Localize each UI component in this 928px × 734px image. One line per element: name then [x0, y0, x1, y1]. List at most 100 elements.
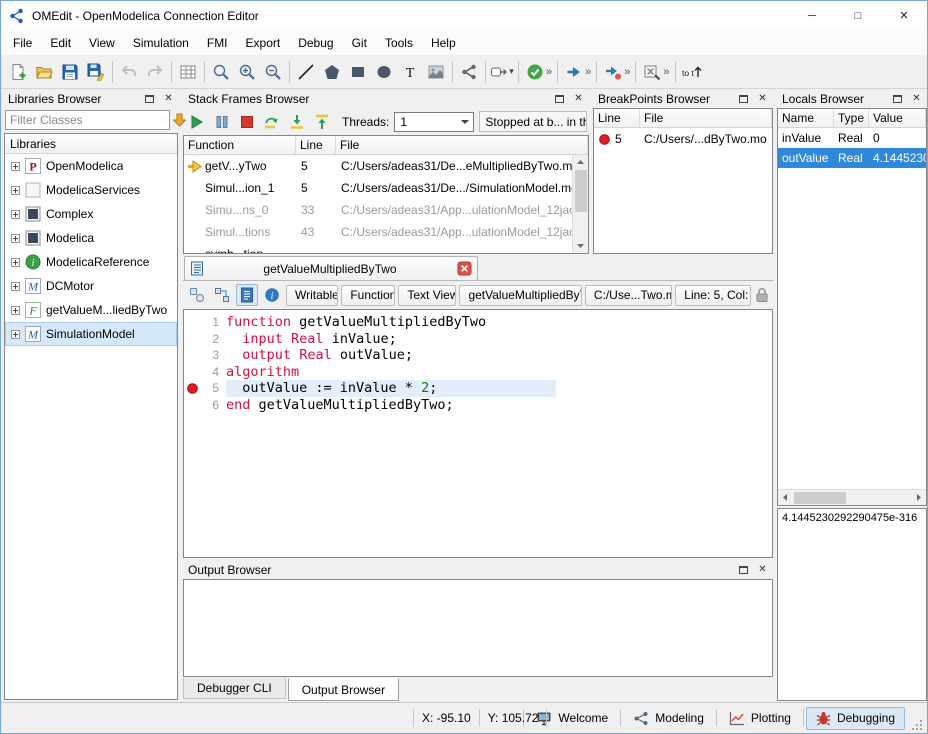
resume-button[interactable] [185, 110, 208, 133]
threads-dropdown[interactable]: 1 [394, 112, 474, 132]
icon-view-button[interactable] [186, 284, 208, 306]
toggle-grid-button[interactable] [175, 59, 201, 85]
close-panel-button[interactable]: ✕ [161, 92, 176, 106]
float-panel-button[interactable] [890, 92, 905, 106]
library-item-dcmotor[interactable]: MDCMotor [5, 274, 177, 298]
scroll-up-button[interactable] [573, 155, 588, 169]
column-header-name[interactable]: Name [778, 109, 834, 127]
zoom-in-button[interactable] [234, 59, 260, 85]
transition-mode-button[interactable]: ▾ [489, 59, 515, 85]
simulate-button[interactable] [561, 59, 587, 85]
local-variable-row[interactable]: outValueReal4.1445230292290475e-316 [778, 148, 926, 168]
expand-icon[interactable] [11, 282, 20, 291]
library-item-modelicareference[interactable]: iModelicaReference [5, 250, 177, 274]
step-over-button[interactable] [260, 110, 283, 133]
redo-button[interactable] [142, 59, 168, 85]
scroll-left-button[interactable] [778, 490, 792, 505]
code-text[interactable]: algorithm [226, 364, 772, 381]
code-text[interactable]: input Real inValue; [226, 331, 772, 348]
expand-icon[interactable] [11, 258, 20, 267]
menu-tools[interactable]: Tools [376, 32, 422, 54]
column-header-line[interactable]: Line [594, 109, 640, 127]
close-panel-button[interactable]: ✕ [755, 563, 770, 577]
connect-mode-button[interactable] [456, 59, 482, 85]
close-button[interactable]: ✕ [881, 1, 927, 30]
resize-grip-icon[interactable] [911, 719, 923, 731]
toolbar-overflow-chevron[interactable]: » [585, 66, 591, 78]
check-model-button[interactable] [522, 59, 548, 85]
stack-frame-row[interactable]: symb...tion [184, 243, 588, 253]
menu-fmi[interactable]: FMI [198, 32, 237, 54]
perspective-debugging[interactable]: Debugging [806, 707, 905, 730]
exit-debugger-button[interactable] [235, 110, 258, 133]
scroll-right-button[interactable] [912, 490, 926, 505]
menu-edit[interactable]: Edit [41, 32, 80, 54]
undo-button[interactable] [116, 59, 142, 85]
simulation-setup-button[interactable] [639, 59, 665, 85]
column-header-value[interactable]: Value [869, 109, 926, 127]
variable-value-preview[interactable]: 4.1445230292290475e-316 [777, 508, 927, 701]
library-item-simulationmodel[interactable]: MSimulationModel [5, 322, 177, 346]
column-header-file[interactable]: File [336, 136, 588, 154]
perspective-modeling[interactable]: Modeling [623, 707, 714, 730]
code-editor[interactable]: 1function getValueMultipliedByTwo2 input… [183, 309, 773, 558]
new-modelica-class-button[interactable] [5, 59, 31, 85]
float-panel-button[interactable] [736, 563, 751, 577]
library-item-modelicaservices[interactable]: ModelicaServices [5, 178, 177, 202]
save-button[interactable] [57, 59, 83, 85]
bitmap-shape-button[interactable] [423, 59, 449, 85]
menu-view[interactable]: View [80, 32, 124, 54]
expand-icon[interactable] [11, 210, 20, 219]
toolbar-overflow-chevron[interactable]: » [663, 66, 669, 78]
editor-tab[interactable]: getValueMultipliedByTwo [184, 256, 478, 280]
expand-icon[interactable] [11, 186, 20, 195]
breakpoint-row[interactable]: 5C:/Users/...dByTwo.mo [594, 128, 772, 150]
close-panel-button[interactable]: ✕ [755, 92, 770, 106]
column-header-line[interactable]: Line [296, 136, 336, 154]
text-view-button[interactable] [236, 284, 258, 306]
dock-tab-output-browser[interactable]: Output Browser [288, 678, 399, 701]
documentation-view-button[interactable]: i [261, 284, 283, 306]
stack-frame-row[interactable]: getV...yTwo5C:/Users/adeas31/De...eMulti… [184, 155, 588, 177]
ellipse-shape-button[interactable] [371, 59, 397, 85]
column-header-type[interactable]: Type [834, 109, 869, 127]
stack-frame-row[interactable]: Simul...tions43C:/Users/adeas31/App...ul… [184, 221, 588, 243]
minimize-button[interactable]: ─ [789, 1, 835, 30]
expand-icon[interactable] [11, 234, 20, 243]
expand-icon[interactable] [11, 330, 20, 339]
line-shape-button[interactable] [293, 59, 319, 85]
fit-to-diagram-button[interactable]: to t [679, 59, 705, 85]
code-text[interactable]: function getValueMultipliedByTwo [226, 314, 772, 331]
library-item-openmodelica[interactable]: POpenModelica [5, 154, 177, 178]
library-item-complex[interactable]: Complex [5, 202, 177, 226]
stack-frame-row[interactable]: Simul...ion_15C:/Users/adeas31/De.../Sim… [184, 177, 588, 199]
float-panel-button[interactable] [552, 92, 567, 106]
horizontal-scrollbar[interactable] [778, 489, 926, 505]
polygon-shape-button[interactable] [319, 59, 345, 85]
interrupt-button[interactable] [210, 110, 233, 133]
menu-debug[interactable]: Debug [289, 32, 342, 54]
menu-file[interactable]: File [4, 32, 41, 54]
expand-icon[interactable] [11, 162, 20, 171]
dock-tab-debugger-cli[interactable]: Debugger CLI [183, 678, 286, 699]
code-text[interactable]: outValue := inValue * 2; [226, 380, 772, 397]
menu-export[interactable]: Export [237, 32, 290, 54]
maximize-button[interactable]: □ [835, 1, 881, 30]
expand-icon[interactable] [11, 306, 20, 315]
stack-frame-row[interactable]: Simu...ns_033C:/Users/adeas31/App...ulat… [184, 199, 588, 221]
save-as-button[interactable] [83, 59, 109, 85]
column-header-function[interactable]: Function [184, 136, 296, 154]
code-text[interactable]: end getValueMultipliedByTwo; [226, 397, 772, 414]
code-text[interactable]: output Real outValue; [226, 347, 772, 364]
text-shape-button[interactable]: T [397, 59, 423, 85]
writable-button[interactable]: Writable [286, 285, 338, 306]
tab-close-button[interactable] [456, 261, 472, 277]
local-variable-row[interactable]: inValueReal0 [778, 128, 926, 148]
open-model-file-button[interactable] [31, 59, 57, 85]
toolbar-overflow-chevron[interactable]: » [624, 66, 630, 78]
breakpoint-gutter[interactable] [184, 383, 200, 394]
toolbar-overflow-chevron[interactable]: » [546, 66, 552, 78]
diagram-view-button[interactable] [211, 284, 233, 306]
filter-classes-input[interactable] [5, 110, 170, 130]
zoom-out-button[interactable] [260, 59, 286, 85]
